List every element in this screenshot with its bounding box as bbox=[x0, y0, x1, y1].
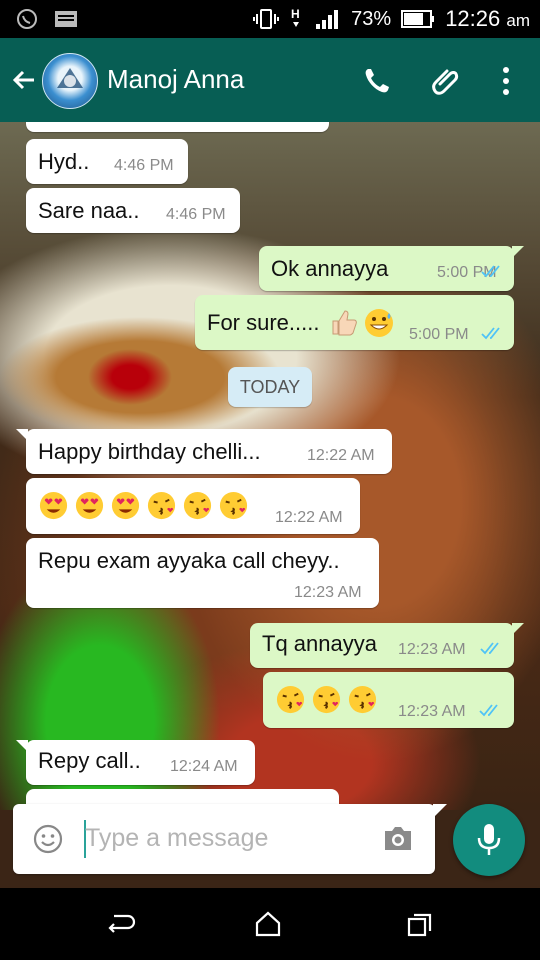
network-h-icon: H bbox=[291, 7, 300, 27]
recent-apps-nav-icon[interactable] bbox=[406, 912, 434, 938]
chat-area[interactable]: Hyd.. 4:46 PM Sare naa.. 4:46 PM Ok anna… bbox=[0, 122, 540, 810]
svg-text:H: H bbox=[291, 7, 300, 21]
message-bubble-outgoing[interactable]: Ok annayya 5:00 PM bbox=[259, 246, 524, 291]
battery-percent: 73% bbox=[351, 7, 392, 30]
heart-eyes-emoji-icon bbox=[111, 491, 140, 520]
kiss-emoji-icon bbox=[312, 685, 341, 714]
message-time: 12:23 AM bbox=[398, 703, 466, 720]
message-notification-icon bbox=[55, 11, 77, 27]
battery-icon bbox=[401, 10, 435, 28]
message-text: For sure..... bbox=[207, 310, 320, 335]
message-text: Hyd.. bbox=[38, 149, 90, 174]
message-text: Tq annayya bbox=[262, 631, 377, 656]
message-bubble-outgoing[interactable]: 12:23 AM bbox=[263, 672, 514, 728]
message-bubble-incoming[interactable]: Repy call.. 12:24 AM bbox=[16, 740, 255, 785]
status-bar: H 73% 12:26 am bbox=[0, 0, 540, 38]
avatar[interactable] bbox=[42, 53, 98, 109]
message-time: 4:46 PM bbox=[166, 206, 226, 223]
message-text: Sare naa.. bbox=[38, 198, 140, 223]
read-ticks-icon bbox=[480, 642, 499, 655]
camera-icon[interactable] bbox=[382, 824, 414, 852]
vibrate-icon bbox=[253, 9, 280, 29]
message-text: Happy birthday chelli... bbox=[38, 439, 261, 464]
message-bubble-incoming[interactable]: Repu exam ayyaka call cheyy.. 12:23 AM bbox=[26, 538, 379, 608]
grinning-sweat-emoji-icon bbox=[365, 309, 393, 337]
message-bubble-incoming[interactable]: Happy birthday chelli... 12:22 AM bbox=[16, 429, 392, 474]
message-time: 12:23 AM bbox=[294, 584, 362, 601]
emoji-row bbox=[38, 490, 249, 521]
kiss-emoji-icon bbox=[147, 491, 176, 520]
message-bubble-incoming[interactable]: Sare naa.. 4:46 PM bbox=[26, 188, 240, 233]
message-time: 12:24 AM bbox=[170, 758, 238, 775]
phone-icon[interactable] bbox=[362, 66, 392, 96]
more-vert-icon[interactable] bbox=[500, 66, 512, 96]
clock-time: 12:26 am bbox=[445, 6, 530, 31]
message-bubble-incoming[interactable]: 12:22 AM bbox=[26, 478, 360, 534]
signal-icon bbox=[316, 10, 339, 29]
message-time: 4:46 PM bbox=[114, 157, 174, 174]
read-ticks-icon bbox=[481, 265, 500, 278]
message-placeholder: Type a message bbox=[85, 824, 269, 852]
message-time: 5:00 PM bbox=[409, 326, 469, 343]
kiss-emoji-icon bbox=[219, 491, 248, 520]
avatar-logo-icon bbox=[57, 68, 83, 88]
message-bubble-outgoing[interactable]: Tq annayya 12:23 AM bbox=[250, 623, 524, 668]
message-time: 12:22 AM bbox=[275, 509, 343, 526]
message-time: 12:22 AM bbox=[307, 447, 375, 464]
message-text: Ok annayya bbox=[271, 256, 389, 281]
arrow-left-icon[interactable] bbox=[10, 66, 38, 94]
message-bubble-incoming[interactable]: Hyd.. 4:46 PM bbox=[26, 139, 188, 184]
whatsapp-notification-icon bbox=[17, 9, 37, 29]
emoji-row bbox=[275, 684, 378, 715]
kiss-emoji-icon bbox=[348, 685, 377, 714]
home-nav-icon[interactable] bbox=[254, 910, 282, 938]
message-bubble-outgoing[interactable]: For sure..... 5:00 PM bbox=[195, 295, 514, 350]
message-time: 12:23 AM bbox=[398, 641, 466, 658]
read-ticks-icon bbox=[481, 327, 500, 340]
thumbs-up-emoji-icon bbox=[332, 310, 357, 336]
date-divider: TODAY bbox=[228, 367, 312, 407]
paperclip-icon[interactable] bbox=[430, 64, 464, 98]
contact-name[interactable]: Manoj Anna bbox=[107, 64, 244, 95]
heart-eyes-emoji-icon bbox=[75, 491, 104, 520]
mic-icon bbox=[477, 824, 501, 855]
heart-eyes-emoji-icon bbox=[39, 491, 68, 520]
kiss-emoji-icon bbox=[183, 491, 212, 520]
kiss-emoji-icon bbox=[276, 685, 305, 714]
message-bubble-partial[interactable] bbox=[26, 122, 329, 132]
smiley-icon[interactable] bbox=[33, 824, 63, 854]
chat-header: Manoj Anna bbox=[0, 38, 540, 122]
back-nav-icon[interactable] bbox=[106, 912, 136, 936]
message-input[interactable]: Type a message bbox=[13, 804, 447, 874]
message-text: Repu exam ayyaka call cheyy.. bbox=[38, 548, 340, 573]
message-text: Repy call.. bbox=[38, 748, 141, 773]
mic-button[interactable] bbox=[453, 804, 525, 876]
read-ticks-icon bbox=[479, 704, 498, 717]
navigation-bar bbox=[0, 888, 540, 960]
